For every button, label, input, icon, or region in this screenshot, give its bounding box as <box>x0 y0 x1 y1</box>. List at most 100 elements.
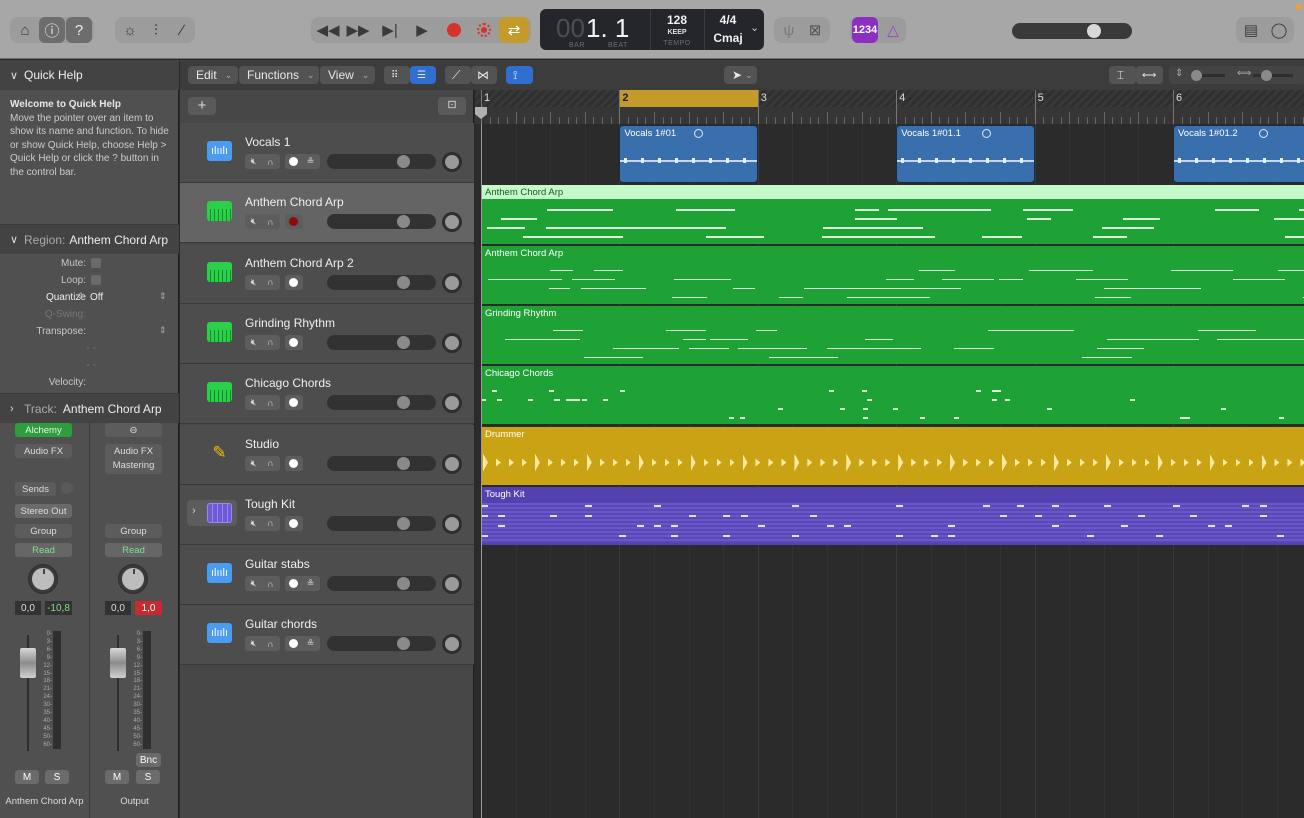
mute-icon[interactable]: 🔇︎ <box>245 516 262 531</box>
count-in-button[interactable]: 1234 <box>852 17 878 43</box>
solo-headphones-icon[interactable]: ∩ <box>262 335 279 350</box>
edit-menu[interactable]: Edit ⌄ <box>188 66 238 84</box>
mute-icon[interactable]: 🔇︎ <box>245 335 262 350</box>
automation-curve-icon[interactable]: ⟋ <box>445 66 471 84</box>
track-header[interactable]: Anthem Chord Arp 2 🔇︎ ∩ <box>180 243 474 304</box>
horizontal-zoom-slider[interactable] <box>1253 74 1293 77</box>
track-name[interactable]: Guitar stabs <box>245 557 310 571</box>
track-header[interactable]: ılıılı Guitar stabs 🔇︎ ∩ ≗ <box>180 545 474 606</box>
tuning-fork-icon[interactable]: ψ <box>776 17 802 43</box>
mute-icon[interactable]: 🔇︎ <box>245 456 262 471</box>
input-monitor-icon[interactable]: ≗ <box>302 154 319 169</box>
region[interactable]: Vocals 1#01.2 <box>1173 125 1304 184</box>
record-enable-icon[interactable] <box>285 275 302 290</box>
output-slot[interactable]: Stereo Out <box>15 504 72 518</box>
replace-shield-icon[interactable]: ⊠ <box>802 17 828 43</box>
record-enable-icon[interactable] <box>285 516 302 531</box>
skip-to-end-icon[interactable]: ▶| <box>375 17 405 43</box>
record-enable-icon[interactable] <box>285 456 302 471</box>
help-icon[interactable]: ? <box>66 17 92 43</box>
loop-checkbox[interactable] <box>91 275 101 285</box>
solo-headphones-icon[interactable]: ∩ <box>262 576 279 591</box>
cycle-icon[interactable]: ⇄ <box>499 17 529 43</box>
record-enable-icon[interactable] <box>285 154 302 169</box>
capture-record-icon[interactable] <box>469 17 499 43</box>
vertical-fit-icon[interactable]: ⌶ <box>1109 66 1136 84</box>
region[interactable]: Tough Kit <box>481 486 1304 546</box>
track-name[interactable]: Vocals 1 <box>245 135 290 149</box>
pencil-icon[interactable]: ∕ <box>169 17 195 43</box>
instrument-slot[interactable]: Alchemy <box>15 423 72 437</box>
region[interactable]: Vocals 1#01 <box>619 125 758 184</box>
track-header[interactable]: › Tough Kit 🔇︎ ∩ <box>180 484 474 545</box>
mute-icon[interactable]: 🔇︎ <box>245 395 262 410</box>
volume-slider[interactable] <box>327 334 436 350</box>
region[interactable]: Vocals 1#01.1 <box>896 125 1035 184</box>
pan-knob[interactable] <box>442 332 462 353</box>
volume-slider[interactable] <box>327 395 436 411</box>
brightness-icon[interactable]: ☼ <box>117 17 143 43</box>
track-inspector-header[interactable]: › Track: Anthem Chord Arp <box>0 393 179 423</box>
region[interactable]: Drummer <box>481 426 1304 485</box>
rewind-icon[interactable]: ◀◀ <box>313 17 343 43</box>
time-signature[interactable]: 4/4 <box>704 13 752 27</box>
solo-button[interactable]: S <box>45 770 69 784</box>
group-slot[interactable]: Group <box>15 524 72 538</box>
region[interactable]: Anthem Chord Arp <box>481 245 1304 304</box>
record-enable-icon[interactable] <box>285 214 302 229</box>
audio-fx-slot[interactable]: Audio FX <box>15 444 72 458</box>
loop-browser-icon[interactable]: ◯ <box>1266 17 1292 43</box>
track-name[interactable]: Anthem Chord Arp 2 <box>245 256 354 270</box>
record-icon[interactable] <box>439 17 469 43</box>
track-name[interactable]: Chicago Chords <box>245 376 331 390</box>
info-icon[interactable]: ⓘ <box>39 17 65 43</box>
volume-slider[interactable] <box>327 214 436 230</box>
view-menu[interactable]: View ⌄ <box>320 66 375 84</box>
track-name[interactable]: Tough Kit <box>245 497 295 511</box>
sends-slot[interactable]: Sends <box>15 482 56 496</box>
pan-knob[interactable] <box>442 272 462 293</box>
volume-slider[interactable] <box>327 576 436 592</box>
automation-mode[interactable]: Read <box>15 543 72 557</box>
tracks-area[interactable]: Vocals 1#01 Vocals 1#01.1 Vocals 1#01.2 Ant… <box>475 124 1304 818</box>
add-track-button[interactable]: + <box>188 97 216 115</box>
track-name[interactable]: Anthem Chord Arp <box>245 195 344 209</box>
volume-slider[interactable] <box>327 154 436 169</box>
ruler[interactable]: 1 2 3 4 5 6 <box>475 90 1304 124</box>
notepad-icon[interactable]: ▤ <box>1238 17 1264 43</box>
master-volume-slider[interactable] <box>1012 23 1132 39</box>
automation-mode[interactable]: Read <box>105 543 162 557</box>
input-monitor-icon[interactable]: ≗ <box>302 636 319 651</box>
transpose-stepper-icon[interactable]: ⇕ <box>159 325 167 336</box>
fast-forward-icon[interactable]: ▶▶ <box>343 17 373 43</box>
horizontal-fit-icon[interactable]: ⟷ <box>1136 66 1163 84</box>
volume-slider[interactable] <box>327 636 436 652</box>
track-name[interactable]: Guitar chords <box>245 617 317 631</box>
solo-headphones-icon[interactable]: ∩ <box>262 395 279 410</box>
mute-icon[interactable]: 🔇︎ <box>245 154 262 169</box>
track-header[interactable]: Grinding Rhythm 🔇︎ ∩ <box>180 303 474 364</box>
solo-headphones-icon[interactable]: ∩ <box>262 214 279 229</box>
input-monitor-icon[interactable]: ≗ <box>302 576 319 591</box>
global-tracks-icon[interactable]: ⊡ <box>438 97 466 115</box>
solo-headphones-icon[interactable]: ∩ <box>262 275 279 290</box>
mute-icon[interactable]: 🔇︎ <box>245 636 262 651</box>
track-header[interactable]: ✎ Studio 🔇︎ ∩ <box>180 424 474 485</box>
track-name[interactable]: Studio <box>245 437 279 451</box>
lcd-display[interactable]: 00 1. 1 BAR BEAT 128 KEEP TEMPO 4/4 Cmaj… <box>540 9 764 50</box>
quantize-popup-icon[interactable]: ⇕ <box>159 291 167 302</box>
functions-menu[interactable]: Functions ⌄ <box>239 66 319 84</box>
pan-knob[interactable] <box>442 453 462 474</box>
track-header[interactable]: ılıılı Guitar chords 🔇︎ ∩ ≗ <box>180 605 474 666</box>
tempo-value[interactable]: 128 <box>650 13 704 27</box>
pan-knob[interactable] <box>442 513 462 534</box>
playhead-handle[interactable] <box>475 107 487 119</box>
grid-view-icon[interactable]: ⠿ <box>384 66 410 84</box>
pan-knob[interactable] <box>442 574 462 595</box>
mute-button[interactable]: M <box>15 770 39 784</box>
cycle-range[interactable] <box>619 90 758 107</box>
track-name[interactable]: Grinding Rhythm <box>245 316 335 330</box>
volume-slider[interactable] <box>327 274 436 290</box>
pan-knob[interactable] <box>442 152 462 172</box>
pan-knob[interactable] <box>119 565 147 593</box>
